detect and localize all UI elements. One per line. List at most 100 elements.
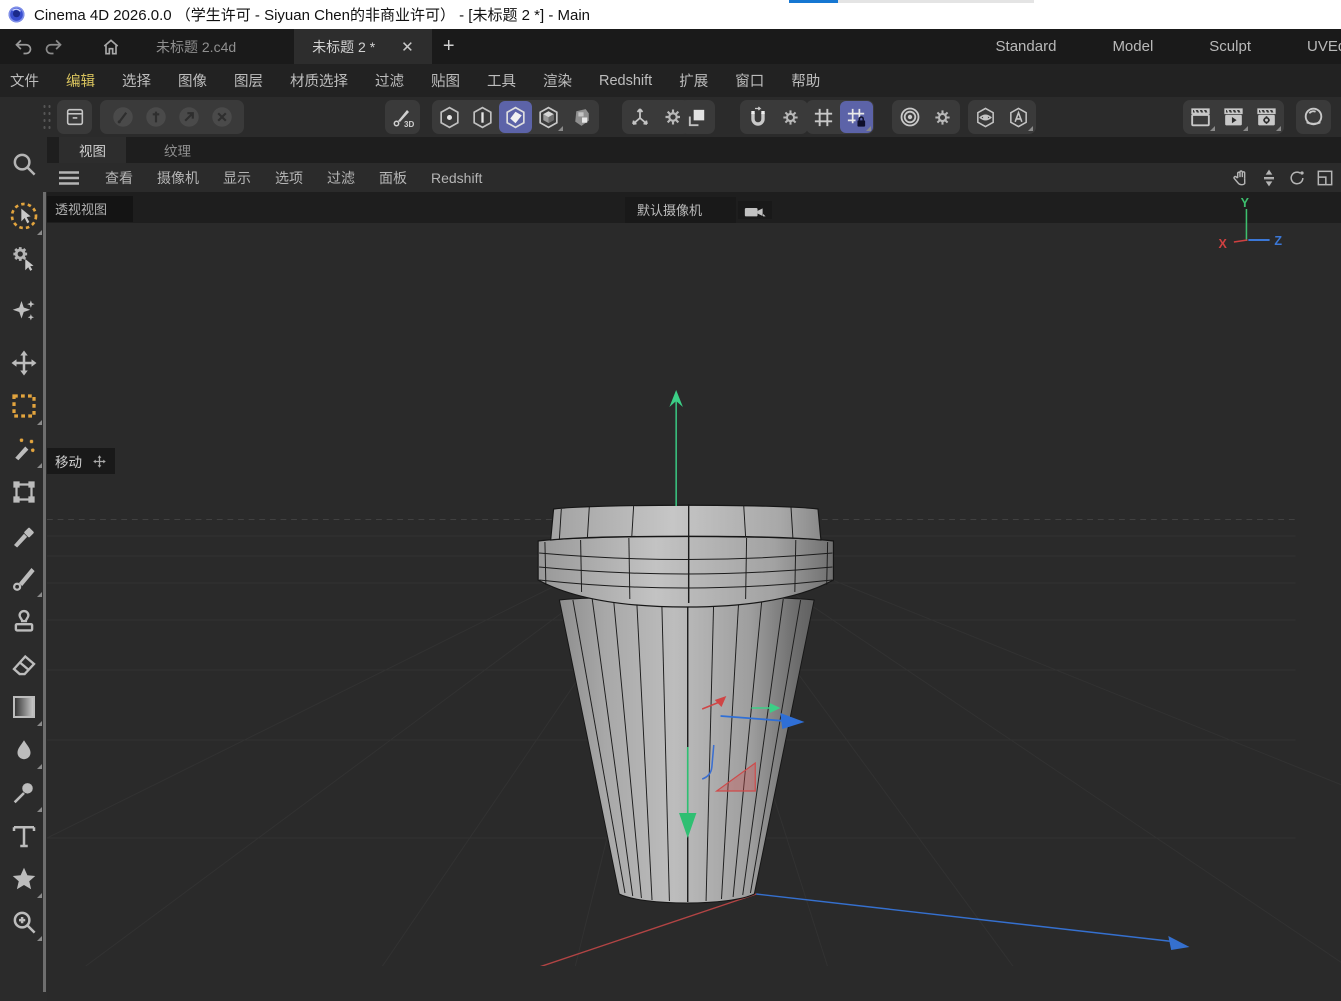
auto-a-icon[interactable]	[1002, 101, 1035, 133]
menu-file[interactable]: 文件	[10, 70, 39, 91]
zoom-updown-icon[interactable]	[1259, 168, 1279, 188]
rect-selection-icon[interactable]	[4, 384, 44, 427]
render-view-icon[interactable]	[1184, 101, 1217, 133]
menu-window[interactable]: 窗口	[735, 70, 764, 91]
axis-icon[interactable]	[623, 101, 656, 133]
viewport-canvas[interactable]: Y X Z 透视视图 默认摄像机 移动	[47, 192, 1341, 1001]
menu-redshift[interactable]: Redshift	[599, 73, 652, 89]
window-title: Cinema 4D 2026.0.0 （学生许可 - Siyuan Chen的非…	[34, 4, 590, 25]
camera-select-button[interactable]	[738, 201, 772, 219]
polygon-mode-icon[interactable]	[499, 101, 532, 133]
droplet-icon[interactable]	[4, 728, 44, 771]
stamp-icon[interactable]	[4, 599, 44, 642]
eye-hexagon-icon[interactable]	[969, 101, 1002, 133]
model-mode-icon[interactable]	[532, 101, 565, 133]
snap-magnet-icon[interactable]	[741, 101, 774, 133]
axis-indicator: Y X Z	[1218, 195, 1282, 251]
workplane-icon[interactable]	[681, 101, 714, 133]
star-icon[interactable]	[4, 857, 44, 900]
menu-render[interactable]: 渲染	[543, 70, 572, 91]
tab-texture[interactable]: 纹理	[144, 137, 211, 163]
close-tab-icon[interactable]: ✕	[401, 38, 414, 56]
object-mode-icon[interactable]	[565, 101, 598, 133]
vpmenu-filter[interactable]: 过滤	[327, 168, 355, 188]
vpmenu-view[interactable]: 查看	[105, 168, 133, 188]
cinema4d-logo	[7, 5, 26, 24]
render-picture-icon[interactable]	[1217, 101, 1250, 133]
points-mode-icon[interactable]	[433, 101, 466, 133]
grid-lock-icon[interactable]	[840, 101, 873, 133]
home-icon[interactable]	[96, 29, 126, 64]
render-settings-icon[interactable]	[1250, 101, 1283, 133]
menu-material-select[interactable]: 材质选择	[290, 70, 348, 91]
material-ball-icon[interactable]	[1297, 101, 1330, 133]
pan-hand-icon[interactable]	[1231, 168, 1251, 188]
eyedropper-icon[interactable]	[4, 513, 44, 556]
magnifier-icon[interactable]	[4, 142, 44, 185]
vpmenu-panel[interactable]: 面板	[379, 168, 407, 188]
left-tool-palette	[0, 137, 47, 1001]
zoom-plus-icon[interactable]	[4, 900, 44, 943]
menu-filter[interactable]: 过滤	[375, 70, 404, 91]
vpmenu-redshift[interactable]: Redshift	[431, 170, 482, 186]
main-toolbar: 3D	[0, 97, 1341, 137]
target-gear-icon[interactable]	[926, 101, 959, 133]
layout-sculpt[interactable]: Sculpt	[1209, 38, 1251, 55]
view-name-label[interactable]: 透视视图	[47, 196, 133, 222]
orbit-icon[interactable]	[1287, 168, 1307, 188]
eraser-icon[interactable]	[4, 642, 44, 685]
hamburger-icon[interactable]	[57, 170, 81, 186]
add-tab-button[interactable]: +	[432, 29, 466, 64]
paint-brush-icon[interactable]	[4, 556, 44, 599]
asset-box-icon[interactable]	[58, 101, 91, 133]
layout-standard[interactable]: Standard	[996, 38, 1057, 55]
maximize-icon[interactable]	[1315, 168, 1335, 188]
document-tab-bar: 未标题 2.c4d 未标题 2 * ✕ + Standard Model Scu…	[0, 29, 1341, 64]
layout-uvedit[interactable]: UVEd	[1307, 38, 1341, 55]
palette-scrollbar[interactable]	[43, 192, 46, 992]
menu-image[interactable]: 图像	[178, 70, 207, 91]
live-selection-icon[interactable]	[4, 194, 44, 237]
menu-tools[interactable]: 工具	[487, 70, 516, 91]
camera-bar: 默认摄像机	[625, 197, 772, 223]
movie-camera-icon	[744, 203, 766, 218]
menu-help[interactable]: 帮助	[791, 70, 820, 91]
menu-layer[interactable]: 图层	[234, 70, 263, 91]
layout-model[interactable]: Model	[1112, 38, 1153, 55]
target-circles-icon[interactable]	[893, 101, 926, 133]
menu-map[interactable]: 贴图	[431, 70, 460, 91]
scene-3d: Y X Z	[47, 192, 1341, 966]
edge-mode-icon[interactable]	[466, 101, 499, 133]
smudge-pin-icon[interactable]	[4, 771, 44, 814]
move-icon	[92, 454, 107, 469]
grid-icon[interactable]	[807, 101, 840, 133]
vpmenu-camera[interactable]: 摄像机	[157, 168, 199, 188]
viewport-menu-bar: 查看 摄像机 显示 选项 过滤 面板 Redshift	[47, 163, 1341, 192]
tweak-gear-icon[interactable]	[4, 237, 44, 280]
menu-extensions[interactable]: 扩展	[679, 70, 708, 91]
text-tool-icon[interactable]	[4, 814, 44, 857]
magic-wand-icon[interactable]	[4, 427, 44, 470]
camera-name-label[interactable]: 默认摄像机	[625, 197, 736, 223]
ai-sparkle-icon[interactable]	[4, 289, 44, 332]
move-tool-icon[interactable]	[4, 341, 44, 384]
pen-3d-icon[interactable]: 3D	[386, 101, 419, 133]
top-progress-strip	[789, 0, 1034, 3]
menu-select[interactable]: 选择	[122, 70, 151, 91]
toolbar-drag-handle[interactable]	[42, 103, 52, 131]
gradient-icon[interactable]	[4, 685, 44, 728]
title-bar: Cinema 4D 2026.0.0 （学生许可 - Siyuan Chen的非…	[0, 0, 1341, 29]
tab-untitled-2-active[interactable]: 未标题 2 * ✕	[294, 29, 432, 64]
y-axis-arrow	[669, 390, 683, 506]
snap-gear-icon[interactable]	[774, 101, 807, 133]
vpmenu-options[interactable]: 选项	[275, 168, 303, 188]
vpmenu-display[interactable]: 显示	[223, 168, 251, 188]
move-tool-tooltip: 移动	[47, 448, 115, 474]
menu-edit[interactable]: 编辑	[66, 70, 95, 91]
tab-untitled-2-c4d[interactable]: 未标题 2.c4d	[138, 29, 254, 64]
close-circle-icon	[205, 101, 238, 133]
tab-view[interactable]: 视图	[59, 137, 126, 163]
redo-icon[interactable]	[38, 29, 68, 64]
undo-icon[interactable]	[8, 29, 38, 64]
transform-frame-icon[interactable]	[4, 470, 44, 513]
